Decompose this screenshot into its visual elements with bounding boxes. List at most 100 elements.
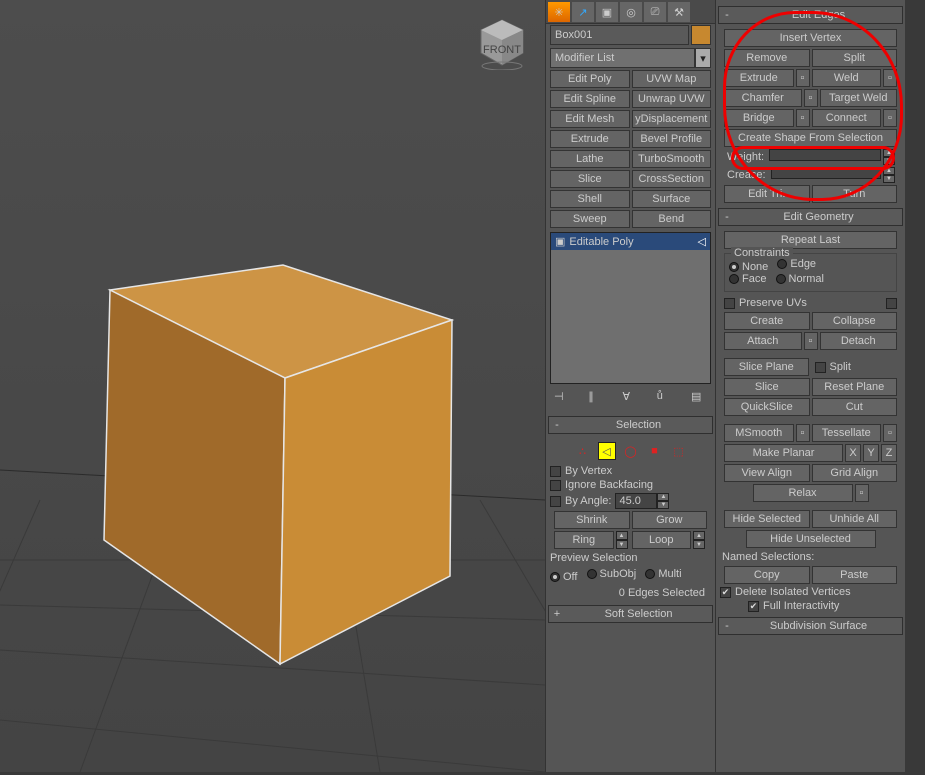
msmooth-settings-icon[interactable]: ▫	[796, 424, 810, 442]
planar-z-button[interactable]: Z	[881, 444, 897, 462]
tessellate-settings-icon[interactable]: ▫	[883, 424, 897, 442]
create-button[interactable]: Create	[724, 312, 810, 330]
quickslice-button[interactable]: QuickSlice	[724, 398, 810, 416]
weld-settings-icon[interactable]: ▫	[883, 69, 897, 87]
stack-editable-poly[interactable]: ▣ Editable Poly ◁	[551, 233, 710, 250]
edit-edges-rollout-head[interactable]: -Edit Edges	[718, 6, 903, 24]
make-planar-button[interactable]: Make Planar	[724, 444, 843, 462]
bridge-button[interactable]: Bridge	[724, 109, 794, 127]
grid-align-button[interactable]: Grid Align	[812, 464, 898, 482]
connect-settings-icon[interactable]: ▫	[883, 109, 897, 127]
border-subobj-icon[interactable]: ◯	[622, 442, 640, 460]
pin-stack-icon[interactable]: ⊣	[554, 390, 570, 406]
chamfer-settings-icon[interactable]: ▫	[804, 89, 818, 107]
turn-button[interactable]: Turn	[812, 185, 898, 203]
attach-list-icon[interactable]: ▫	[804, 332, 818, 350]
mod-bend[interactable]: Bend	[632, 210, 712, 228]
polygon-subobj-icon[interactable]: ■	[646, 442, 664, 460]
extrude-button[interactable]: Extrude	[724, 69, 794, 87]
show-end-result-icon[interactable]: ∥	[588, 390, 604, 406]
slice-plane-button[interactable]: Slice Plane	[724, 358, 809, 376]
crease-spinner[interactable]: ▲▼	[883, 167, 897, 183]
subdivision-rollout-head[interactable]: -Subdivision Surface	[718, 617, 903, 635]
display-tab-icon[interactable]: ⎚	[644, 2, 666, 22]
mod-slice[interactable]: Slice	[550, 170, 630, 188]
bridge-settings-icon[interactable]: ▫	[796, 109, 810, 127]
mod-edit-mesh[interactable]: Edit Mesh	[550, 110, 630, 128]
mod-shell[interactable]: Shell	[550, 190, 630, 208]
tessellate-button[interactable]: Tessellate	[812, 424, 882, 442]
remove-modifier-icon[interactable]: ů	[657, 390, 673, 406]
mod-bevel-profile[interactable]: Bevel Profile	[632, 130, 712, 148]
utilities-tab-icon[interactable]: ⚒	[668, 2, 690, 22]
modifier-list-dropdown[interactable]: Modifier List	[550, 48, 695, 68]
mod-lathe[interactable]: Lathe	[550, 150, 630, 168]
create-tab-icon[interactable]: ✳	[548, 2, 570, 22]
mod-extrude[interactable]: Extrude	[550, 130, 630, 148]
by-angle-checkbox[interactable]: By Angle: 45.0▲▼	[550, 492, 711, 510]
mod-edit-poly[interactable]: Edit Poly	[550, 70, 630, 88]
grow-button[interactable]: Grow	[632, 511, 708, 529]
object-name-field[interactable]: Box001	[550, 25, 689, 45]
planar-y-button[interactable]: Y	[863, 444, 879, 462]
selection-rollout-head[interactable]: - Selection	[548, 416, 713, 434]
relax-settings-icon[interactable]: ▫	[855, 484, 869, 502]
hierarchy-tab-icon[interactable]: ▣	[596, 2, 618, 22]
preview-subobj-radio[interactable]: SubObj	[587, 568, 637, 580]
viewcube[interactable]: FRONT	[475, 15, 530, 70]
soft-selection-rollout-head[interactable]: + Soft Selection	[548, 605, 713, 623]
unhide-all-button[interactable]: Unhide All	[812, 510, 898, 528]
constraint-edge-radio[interactable]: Edge	[777, 258, 816, 270]
ring-spinner[interactable]: ▲▼	[616, 531, 630, 549]
preview-off-radio[interactable]: Off	[550, 571, 577, 583]
modify-tab-icon[interactable]: ↗	[572, 2, 594, 22]
create-shape-button[interactable]: Create Shape From Selection	[724, 129, 897, 147]
planar-x-button[interactable]: X	[845, 444, 861, 462]
vertex-subobj-icon[interactable]: ∴	[574, 442, 592, 460]
edge-subobj-icon[interactable]: ◁	[598, 442, 616, 460]
relax-button[interactable]: Relax	[753, 484, 853, 502]
weight-spinner[interactable]: ▲▼	[883, 149, 897, 165]
detach-button[interactable]: Detach	[820, 332, 898, 350]
preview-multi-radio[interactable]: Multi	[645, 568, 681, 580]
configure-sets-icon[interactable]: ▤	[691, 390, 707, 406]
weight-slider[interactable]	[769, 149, 881, 161]
mod-crosssection[interactable]: CrossSection	[632, 170, 712, 188]
by-vertex-checkbox[interactable]: By Vertex	[550, 464, 711, 478]
motion-tab-icon[interactable]: ◎	[620, 2, 642, 22]
insert-vertex-button[interactable]: Insert Vertex	[724, 29, 897, 47]
mod-sweep[interactable]: Sweep	[550, 210, 630, 228]
weld-button[interactable]: Weld	[812, 69, 882, 87]
angle-spinner[interactable]: 45.0▲▼	[615, 493, 669, 509]
preserve-uvs-settings-icon[interactable]	[886, 298, 897, 309]
constraint-normal-radio[interactable]: Normal	[776, 273, 824, 285]
remove-button[interactable]: Remove	[724, 49, 810, 67]
ignore-backfacing-checkbox[interactable]: Ignore Backfacing	[550, 478, 711, 492]
loop-spinner[interactable]: ▲▼	[693, 531, 707, 549]
attach-button[interactable]: Attach	[724, 332, 802, 350]
paste-button[interactable]: Paste	[812, 566, 898, 584]
expand-icon[interactable]: ▣	[555, 235, 565, 248]
constraint-face-radio[interactable]: Face	[729, 273, 766, 285]
edit-tri-button[interactable]: Edit Tri.	[724, 185, 810, 203]
make-unique-icon[interactable]: ∀	[623, 390, 639, 406]
shrink-button[interactable]: Shrink	[554, 511, 630, 529]
copy-button[interactable]: Copy	[724, 566, 810, 584]
crease-slider[interactable]	[771, 167, 881, 179]
mod-uvw-map[interactable]: UVW Map	[632, 70, 712, 88]
modifier-stack[interactable]: ▣ Editable Poly ◁	[550, 232, 711, 384]
preserve-uvs-checkbox[interactable]: Preserve UVs	[720, 295, 901, 311]
extrude-settings-icon[interactable]: ▫	[796, 69, 810, 87]
cut-button[interactable]: Cut	[812, 398, 898, 416]
slice-button[interactable]: Slice	[724, 378, 810, 396]
hide-unselected-button[interactable]: Hide Unselected	[746, 530, 876, 548]
view-align-button[interactable]: View Align	[724, 464, 810, 482]
delete-isolated-checkbox[interactable]: Delete Isolated Vertices	[720, 585, 901, 599]
edit-geometry-rollout-head[interactable]: -Edit Geometry	[718, 208, 903, 226]
reset-plane-button[interactable]: Reset Plane	[812, 378, 898, 396]
chamfer-button[interactable]: Chamfer	[724, 89, 802, 107]
mod-unwrap-uvw[interactable]: Unwrap UVW	[632, 90, 712, 108]
mod-surface[interactable]: Surface	[632, 190, 712, 208]
mod-displacement[interactable]: yDisplacement	[632, 110, 712, 128]
loop-button[interactable]: Loop	[632, 531, 692, 549]
